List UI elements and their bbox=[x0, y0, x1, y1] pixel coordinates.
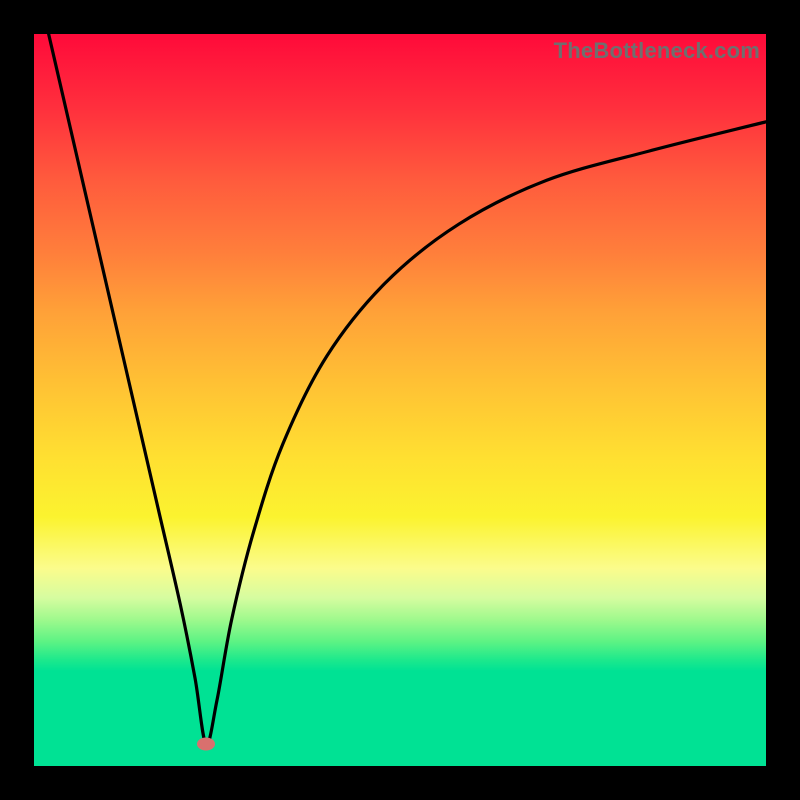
plot-outer: TheBottleneck.com bbox=[34, 34, 766, 766]
watermark-text: TheBottleneck.com bbox=[554, 38, 760, 64]
chart-frame: TheBottleneck.com bbox=[0, 0, 800, 800]
bottleneck-curve bbox=[34, 34, 766, 766]
optimal-point-marker bbox=[197, 738, 215, 751]
